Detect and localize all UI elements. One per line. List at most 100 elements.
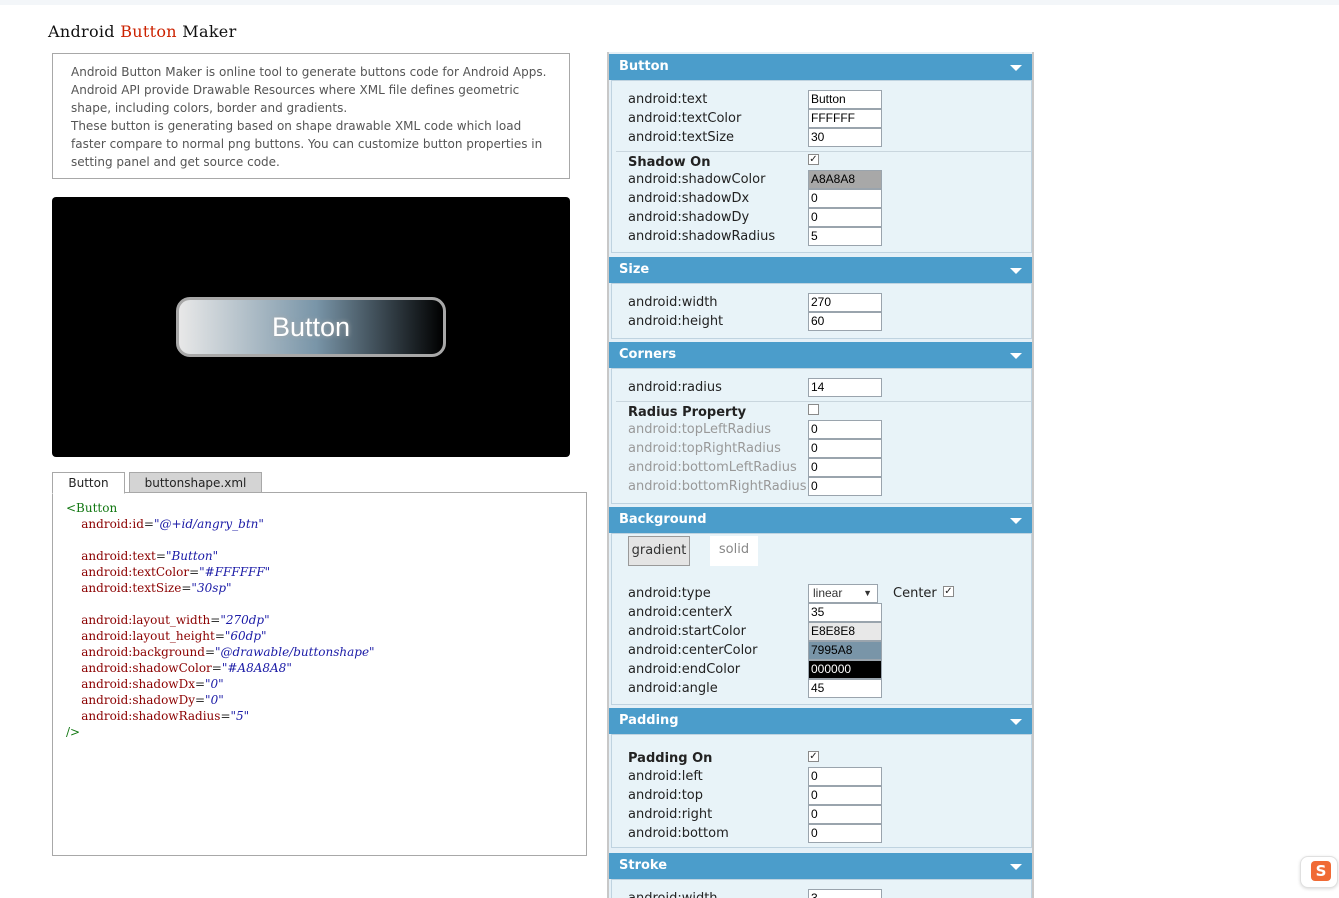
- shadow-radius-input[interactable]: 5: [808, 227, 882, 246]
- bottom-left-radius-input[interactable]: 0: [808, 458, 882, 477]
- padding-on-checkbox[interactable]: ✓: [808, 751, 819, 762]
- center-color-input[interactable]: 7995A8: [808, 641, 882, 660]
- code-open-tag: <Button: [66, 501, 118, 515]
- section-header-button[interactable]: Button: [609, 54, 1032, 80]
- section-title: Stroke: [619, 858, 668, 873]
- field-label: android:bottom: [628, 826, 729, 841]
- section-title: Background: [619, 512, 707, 527]
- code-line: android:shadowColor="#A8A8A8": [81, 661, 292, 675]
- code-attr-value: "#A8A8A8": [221, 661, 292, 675]
- shadow-on-checkbox[interactable]: ✓: [808, 154, 819, 165]
- padding-bottom-input[interactable]: 0: [808, 824, 882, 843]
- center-checkbox[interactable]: ✓: [943, 586, 954, 597]
- field-label: android:bottomLeftRadius: [628, 460, 797, 475]
- field-label: android:centerColor: [628, 643, 758, 658]
- description-paragraph-2: These button is generating based on shap…: [71, 119, 543, 169]
- width-input[interactable]: 270: [808, 293, 882, 312]
- padding-right-input[interactable]: 0: [808, 805, 882, 824]
- field-label: android:shadowRadius: [628, 229, 776, 244]
- section-body-background: gradient solid android:type linear ▼ Cent…: [611, 533, 1032, 705]
- code-line-open: <Button: [66, 500, 586, 516]
- code-attr-name: android:textSize: [81, 581, 182, 595]
- code-attr-value: "60dp": [224, 629, 267, 643]
- field-label: android:topLeftRadius: [628, 422, 772, 437]
- field-label: android:right: [628, 807, 713, 822]
- padding-left-input[interactable]: 0: [808, 767, 882, 786]
- shadow-color-input[interactable]: A8A8A8: [808, 170, 882, 189]
- solid-button[interactable]: solid: [710, 536, 758, 566]
- page-title: Android Button Maker: [48, 22, 237, 41]
- code-attr-name: android:text: [81, 549, 156, 563]
- shadow-dx-input[interactable]: 0: [808, 189, 882, 208]
- section-title: Corners: [619, 347, 677, 362]
- field-label: android:type: [628, 586, 711, 601]
- code-line: android:textColor="#FFFFFF": [81, 565, 271, 579]
- padding-top-input[interactable]: 0: [808, 786, 882, 805]
- field-label: android:angle: [628, 681, 718, 696]
- radius-input[interactable]: 14: [808, 378, 882, 397]
- title-suffix: Maker: [176, 22, 237, 41]
- code-attr-name: android:layout_width: [81, 613, 211, 627]
- code-line: android:textSize="30sp": [81, 581, 232, 595]
- height-input[interactable]: 60: [808, 312, 882, 331]
- start-color-input[interactable]: E8E8E8: [808, 622, 882, 641]
- text-input[interactable]: Button: [808, 90, 882, 109]
- top-left-radius-input[interactable]: 0: [808, 420, 882, 439]
- section-body-size: android:width 270 android:height 60: [611, 283, 1032, 339]
- chevron-down-icon[interactable]: [1010, 719, 1022, 725]
- top-bar: [0, 0, 1339, 5]
- title-prefix: Android: [48, 22, 121, 41]
- center-x-input[interactable]: 35: [808, 603, 882, 622]
- type-select[interactable]: linear ▼: [808, 584, 878, 603]
- section-body-button: android:text Button android:textColor FF…: [611, 80, 1032, 253]
- tab-buttonshape-xml[interactable]: buttonshape.xml: [129, 472, 262, 493]
- top-right-radius-input[interactable]: 0: [808, 439, 882, 458]
- field-label: android:textColor: [628, 111, 742, 126]
- section-header-padding[interactable]: Padding: [609, 708, 1032, 734]
- code-line: android:shadowDy="0": [81, 693, 224, 707]
- dropdown-arrow-icon: ▼: [863, 588, 872, 598]
- field-label: android:width: [628, 295, 718, 310]
- bottom-right-radius-input[interactable]: 0: [808, 477, 882, 496]
- chevron-down-icon[interactable]: [1010, 864, 1022, 870]
- preview-button[interactable]: Button: [176, 297, 446, 357]
- field-label: android:radius: [628, 380, 722, 395]
- chevron-down-icon[interactable]: [1010, 353, 1022, 359]
- section-header-corners[interactable]: Corners: [609, 342, 1032, 368]
- shadow-dy-input[interactable]: 0: [808, 208, 882, 227]
- text-color-input[interactable]: FFFFFF: [808, 109, 882, 128]
- code-view[interactable]: <Button android:id="@+id/angry_btn" andr…: [52, 492, 587, 856]
- code-attr-value: "5": [230, 709, 250, 723]
- code-attr-value: "@drawable/buttonshape": [215, 645, 375, 659]
- field-label: android:left: [628, 769, 703, 784]
- radius-property-checkbox[interactable]: [808, 404, 819, 415]
- ime-tray-icon[interactable]: S: [1300, 856, 1338, 888]
- section-header-size[interactable]: Size: [609, 257, 1032, 283]
- field-label: android:textSize: [628, 130, 735, 145]
- section-header-background[interactable]: Background: [609, 507, 1032, 533]
- field-label: android:shadowDy: [628, 210, 750, 225]
- type-select-value: linear: [813, 586, 843, 600]
- angle-input[interactable]: 45: [808, 679, 882, 698]
- code-line: android:shadowDx="0": [81, 677, 224, 691]
- text-size-input[interactable]: 30: [808, 128, 882, 147]
- code-attr-value: "0": [205, 677, 224, 691]
- field-label: android:centerX: [628, 605, 733, 620]
- title-accent: Button: [120, 22, 177, 41]
- button-preview: Button: [52, 197, 570, 457]
- code-attr-name: android:shadowRadius: [81, 709, 221, 723]
- chevron-down-icon[interactable]: [1010, 268, 1022, 274]
- end-color-input[interactable]: 000000: [808, 660, 882, 679]
- chevron-down-icon[interactable]: [1010, 65, 1022, 71]
- gradient-button[interactable]: gradient: [628, 536, 690, 566]
- field-label: android:width: [628, 889, 718, 898]
- field-label: android:startColor: [628, 624, 746, 639]
- chevron-down-icon[interactable]: [1010, 518, 1022, 524]
- stroke-width-input[interactable]: 3: [808, 889, 882, 898]
- section-header-stroke[interactable]: Stroke: [609, 853, 1032, 879]
- code-attr-name: android:layout_height: [81, 629, 215, 643]
- code-line: android:shadowRadius="5": [81, 709, 250, 723]
- tab-button[interactable]: Button: [52, 472, 125, 494]
